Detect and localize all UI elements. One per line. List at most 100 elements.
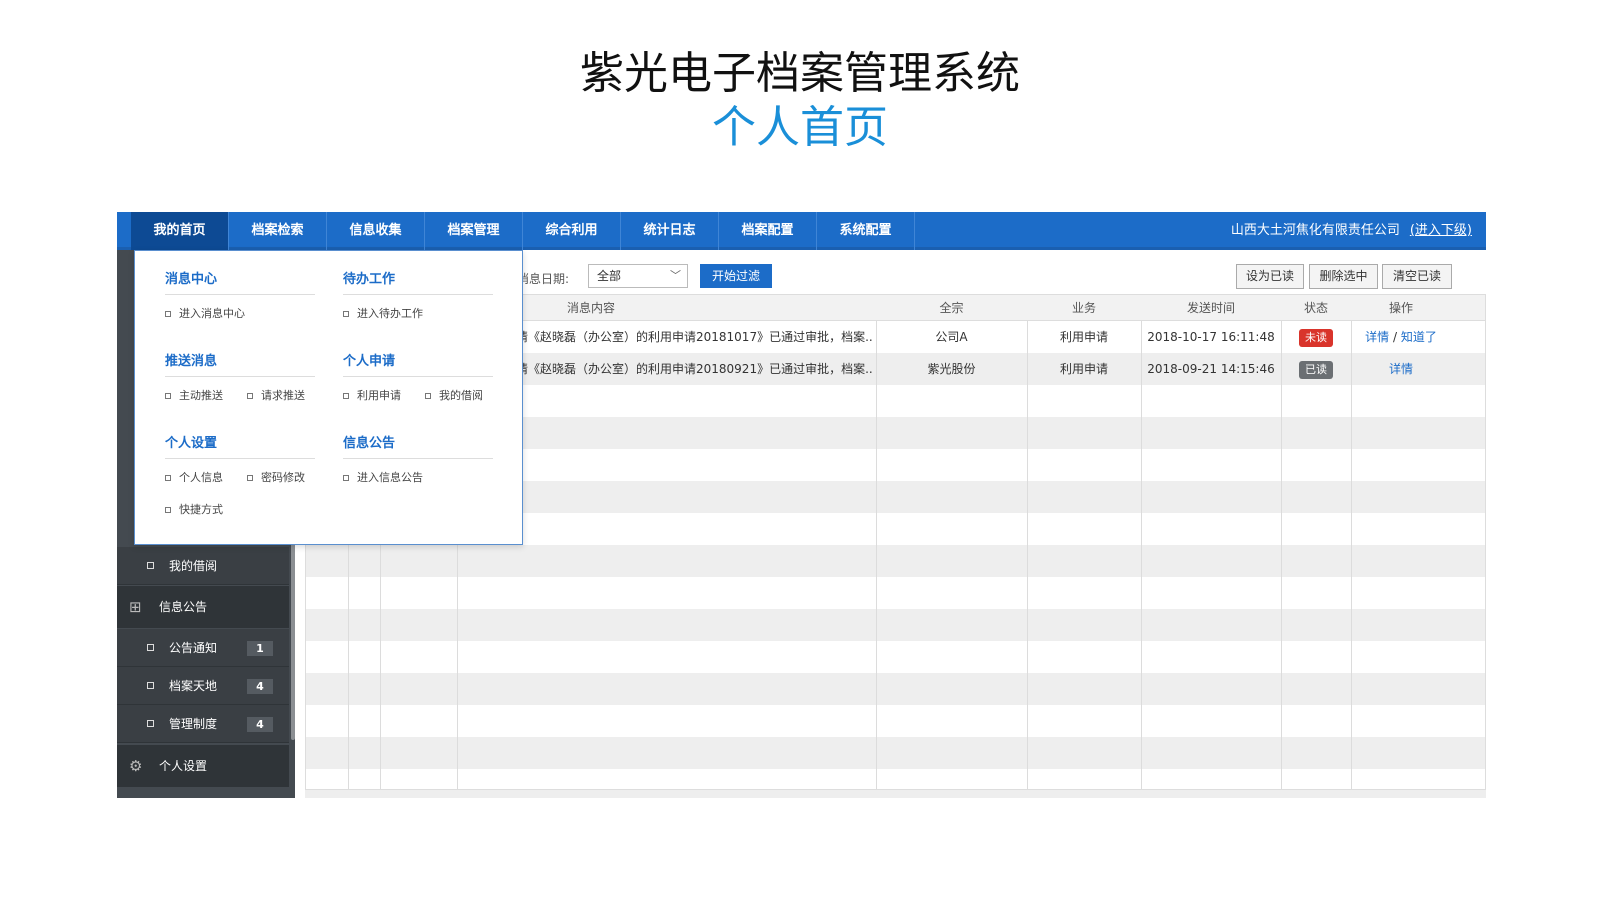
square-bullet-icon bbox=[343, 311, 349, 317]
sidebar-item-label: 公告通知 bbox=[169, 641, 218, 655]
menu-section-push: 推送消息 bbox=[165, 351, 315, 377]
send-time-cell: 2018-10-17 16:11:48 bbox=[1147, 330, 1275, 344]
sidebar-item-archive-world[interactable]: 档案天地 4 bbox=[117, 667, 289, 705]
fonds-cell: 紫光股份 bbox=[927, 362, 976, 376]
menu-section-personal-apply: 个人申请 bbox=[343, 351, 493, 377]
company-name: 山西大土河焦化有限责任公司 bbox=[1230, 223, 1400, 238]
menu-section-title[interactable]: 个人申请 bbox=[343, 351, 493, 377]
menu-item-personal-info[interactable]: 个人信息 bbox=[165, 469, 223, 485]
col-business: 业务 bbox=[1071, 301, 1096, 315]
count-badge: 4 bbox=[247, 679, 273, 694]
tab-info-collect[interactable]: 信息收集 bbox=[327, 212, 425, 250]
menu-item-change-password[interactable]: 密码修改 bbox=[247, 469, 305, 485]
column-divider bbox=[1351, 321, 1352, 789]
count-badge: 4 bbox=[247, 717, 273, 732]
status-badge: 已读 bbox=[1299, 361, 1333, 379]
delete-selected-button[interactable]: 删除选中 bbox=[1309, 264, 1378, 289]
row-background bbox=[306, 705, 1485, 737]
menu-section-title[interactable]: 个人设置 bbox=[165, 433, 315, 459]
square-bullet-icon bbox=[425, 393, 431, 399]
app-window: 我的首页 档案检索 信息收集 档案管理 综合利用 统计日志 档案配置 系统配置 … bbox=[117, 212, 1486, 798]
business-cell: 利用申请 bbox=[1059, 362, 1108, 376]
fonds-cell: 公司A bbox=[935, 330, 968, 344]
menu-section-message-center: 消息中心 bbox=[165, 269, 315, 295]
menu-item-enter-notice[interactable]: 进入信息公告 bbox=[343, 469, 423, 485]
row-background bbox=[306, 673, 1485, 705]
sidebar-item-my-borrow[interactable]: 我的借阅 bbox=[117, 547, 289, 585]
acknowledge-link[interactable]: 知道了 bbox=[1401, 330, 1437, 344]
enter-sub-link[interactable]: (进入下级) bbox=[1410, 223, 1472, 238]
menu-section-todo: 待办工作 bbox=[343, 269, 493, 295]
column-divider bbox=[1141, 321, 1142, 789]
menu-section-title[interactable]: 推送消息 bbox=[165, 351, 315, 377]
square-bullet-icon bbox=[343, 393, 349, 399]
chevron-down-icon: ﹀ bbox=[670, 269, 681, 282]
status-badge: 未读 bbox=[1299, 329, 1333, 347]
col-status: 状态 bbox=[1303, 301, 1328, 315]
square-bullet-icon bbox=[165, 475, 171, 481]
grid-icon: ⊞ bbox=[129, 598, 142, 616]
actions-cell: 详情 bbox=[1351, 353, 1451, 385]
sidebar-item-management-rules[interactable]: 管理制度 4 bbox=[117, 705, 289, 743]
tab-archive-config[interactable]: 档案配置 bbox=[719, 212, 817, 250]
menu-item-request-push[interactable]: 请求推送 bbox=[247, 387, 305, 403]
menu-section-title[interactable]: 信息公告 bbox=[343, 433, 493, 459]
menu-item-enter-todo[interactable]: 进入待办工作 bbox=[343, 305, 423, 321]
tab-stats-log[interactable]: 统计日志 bbox=[621, 212, 719, 250]
menu-item-my-borrow[interactable]: 我的借阅 bbox=[425, 387, 483, 403]
sidebar-group-settings[interactable]: ⚙ 个人设置 bbox=[117, 745, 289, 787]
tab-archive-manage[interactable]: 档案管理 bbox=[425, 212, 523, 250]
menu-item-label: 快捷方式 bbox=[179, 503, 223, 516]
row-background bbox=[306, 609, 1485, 641]
start-filter-button[interactable]: 开始过滤 bbox=[700, 264, 772, 288]
sidebar-item-announcement[interactable]: 公告通知 1 bbox=[117, 629, 289, 667]
menu-item-label: 我的借阅 bbox=[439, 389, 483, 402]
sidebar-group-notice[interactable]: ⊞ 信息公告 bbox=[117, 586, 289, 628]
tab-comprehensive-use[interactable]: 综合利用 bbox=[523, 212, 621, 250]
action-separator: / bbox=[1389, 330, 1401, 344]
menu-item-label: 进入待办工作 bbox=[357, 307, 423, 320]
column-divider bbox=[876, 321, 877, 789]
menu-section-title[interactable]: 消息中心 bbox=[165, 269, 315, 295]
sidebar-item-label: 管理制度 bbox=[169, 717, 218, 731]
tab-system-config[interactable]: 系统配置 bbox=[817, 212, 915, 250]
clear-read-button[interactable]: 清空已读 bbox=[1382, 264, 1452, 289]
row-background bbox=[306, 737, 1485, 769]
square-bullet-icon bbox=[147, 562, 154, 569]
tab-my-home[interactable]: 我的首页 bbox=[131, 212, 229, 250]
menu-item-use-apply[interactable]: 利用申请 bbox=[343, 387, 401, 403]
mark-read-button[interactable]: 设为已读 bbox=[1236, 264, 1304, 289]
tab-archive-search[interactable]: 档案检索 bbox=[229, 212, 327, 250]
slide-title: 紫光电子档案管理系统 bbox=[580, 48, 1020, 99]
menu-section-title[interactable]: 待办工作 bbox=[343, 269, 493, 295]
row-background bbox=[306, 769, 1485, 789]
detail-link[interactable]: 详情 bbox=[1365, 330, 1389, 344]
menu-item-enter-message-center[interactable]: 进入消息中心 bbox=[165, 305, 245, 321]
date-filter-select[interactable]: 全部 ﹀ bbox=[588, 264, 688, 288]
send-time-cell: 2018-09-21 14:15:46 bbox=[1147, 362, 1275, 376]
status-cell: 未读 bbox=[1281, 321, 1351, 353]
square-bullet-icon bbox=[165, 311, 171, 317]
date-filter-label: 消息日期: bbox=[517, 272, 570, 286]
date-filter-value: 全部 bbox=[597, 269, 622, 283]
menu-section-notice: 信息公告 bbox=[343, 433, 493, 459]
menu-item-label: 主动推送 bbox=[179, 389, 223, 402]
sidebar-group-label: 信息公告 bbox=[159, 600, 208, 614]
actions-cell: 详情 / 知道了 bbox=[1351, 321, 1451, 353]
square-bullet-icon bbox=[165, 507, 171, 513]
sidebar-item-label: 档案天地 bbox=[169, 679, 218, 693]
detail-link[interactable]: 详情 bbox=[1389, 362, 1413, 376]
col-send-time: 发送时间 bbox=[1186, 301, 1235, 315]
gear-icon: ⚙ bbox=[129, 757, 143, 775]
sidebar-group-label: 个人设置 bbox=[159, 759, 208, 773]
menu-item-shortcuts[interactable]: 快捷方式 bbox=[165, 501, 223, 517]
square-bullet-icon bbox=[147, 644, 154, 651]
menu-item-active-push[interactable]: 主动推送 bbox=[165, 387, 223, 403]
row-background bbox=[306, 545, 1485, 577]
row-background bbox=[306, 641, 1485, 673]
square-bullet-icon bbox=[343, 475, 349, 481]
top-nav: 我的首页 档案检索 信息收集 档案管理 综合利用 统计日志 档案配置 系统配置 … bbox=[117, 212, 1486, 250]
menu-item-label: 利用申请 bbox=[357, 389, 401, 402]
square-bullet-icon bbox=[247, 393, 253, 399]
square-bullet-icon bbox=[147, 682, 154, 689]
